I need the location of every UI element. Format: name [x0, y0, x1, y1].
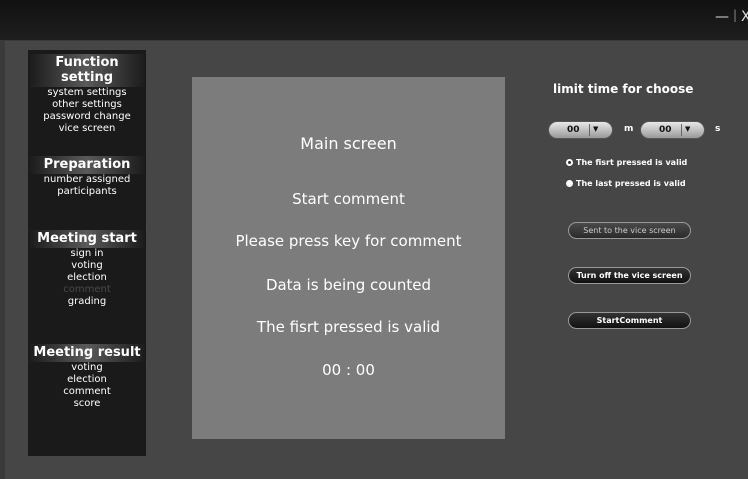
- start-comment-button[interactable]: StartComment: [568, 312, 691, 329]
- radio-checked-icon: [566, 159, 573, 166]
- sidebar-item-sign-in[interactable]: sign in: [28, 248, 146, 260]
- sidebar-group-header: Function setting: [28, 54, 146, 87]
- sidebar-item-comment: comment: [63, 284, 111, 295]
- title-bar: — | X: [0, 0, 748, 40]
- main-screen-panel: Main screen Start comment Please press k…: [192, 77, 505, 439]
- sidebar-group-preparation: Preparation number assigned participants: [28, 156, 146, 198]
- sidebar-item-system-settings[interactable]: system settings: [28, 87, 146, 99]
- seconds-unit: s: [715, 124, 721, 134]
- sidebar-item-voting[interactable]: voting: [28, 260, 146, 272]
- sidebar-item-vice-screen[interactable]: vice screen: [28, 123, 146, 135]
- sidebar-item-result-score[interactable]: score: [28, 398, 146, 410]
- combo-divider: [589, 124, 590, 136]
- sidebar-item-grading[interactable]: grading: [28, 296, 146, 308]
- minutes-unit: m: [624, 124, 634, 134]
- close-button[interactable]: X: [741, 8, 748, 26]
- sidebar-item-result-election[interactable]: election: [28, 374, 146, 386]
- seconds-select[interactable]: 00 ▼: [640, 121, 705, 139]
- sidebar-item-result-voting[interactable]: voting: [28, 362, 146, 374]
- minimize-button[interactable]: —: [715, 8, 729, 26]
- seconds-value: 00: [659, 125, 672, 135]
- radio-last-pressed-label: The last pressed is valid: [576, 179, 686, 188]
- timer-display: 00 : 00: [322, 361, 375, 379]
- sidebar-item-other-settings[interactable]: other settings: [28, 99, 146, 111]
- minutes-select[interactable]: 00 ▼: [548, 121, 613, 139]
- status-first-pressed: The fisrt pressed is valid: [256, 318, 441, 336]
- status-press-key: Please press key for comment: [235, 232, 462, 250]
- status-data-counting: Data is being counted: [265, 276, 432, 294]
- sent-vice-screen-button[interactable]: Sent to the vice screen: [568, 222, 691, 239]
- radio-last-pressed[interactable]: The last pressed is valid: [566, 179, 686, 188]
- combo-divider: [681, 124, 682, 136]
- chevron-down-icon: ▼: [685, 125, 691, 133]
- title-bar-divider: |: [733, 8, 738, 22]
- sidebar-group-meeting-result: Meeting result voting election comment s…: [28, 344, 146, 410]
- sidebar-item-election[interactable]: election: [28, 272, 146, 284]
- minutes-value: 00: [567, 125, 580, 135]
- sidebar-group-function-setting: Function setting system settings other s…: [28, 54, 146, 135]
- sidebar: Function setting system settings other s…: [28, 50, 146, 456]
- status-start-comment: Start comment: [292, 190, 405, 208]
- sidebar-group-meeting-start: Meeting start sign in voting election co…: [28, 230, 146, 308]
- sidebar-item-participants[interactable]: participants: [28, 186, 146, 198]
- sidebar-group-header: Meeting start: [28, 230, 146, 248]
- main-screen-title: Main screen: [300, 134, 397, 153]
- sidebar-item-result-comment[interactable]: comment: [28, 386, 146, 398]
- turn-off-vice-screen-button[interactable]: Turn off the vice screen: [568, 267, 691, 284]
- sidebar-group-header: Preparation: [28, 156, 146, 174]
- sidebar-group-header: Meeting result: [28, 344, 146, 362]
- radio-first-pressed[interactable]: The fisrt pressed is valid: [566, 158, 687, 167]
- chevron-down-icon: ▼: [593, 125, 599, 133]
- radio-unchecked-icon: [566, 180, 573, 187]
- sidebar-item-number-assigned[interactable]: number assigned: [28, 174, 146, 186]
- radio-first-pressed-label: The fisrt pressed is valid: [576, 158, 688, 167]
- sidebar-item-password-change[interactable]: password change: [28, 111, 146, 123]
- limit-time-title: limit time for choose: [553, 82, 694, 96]
